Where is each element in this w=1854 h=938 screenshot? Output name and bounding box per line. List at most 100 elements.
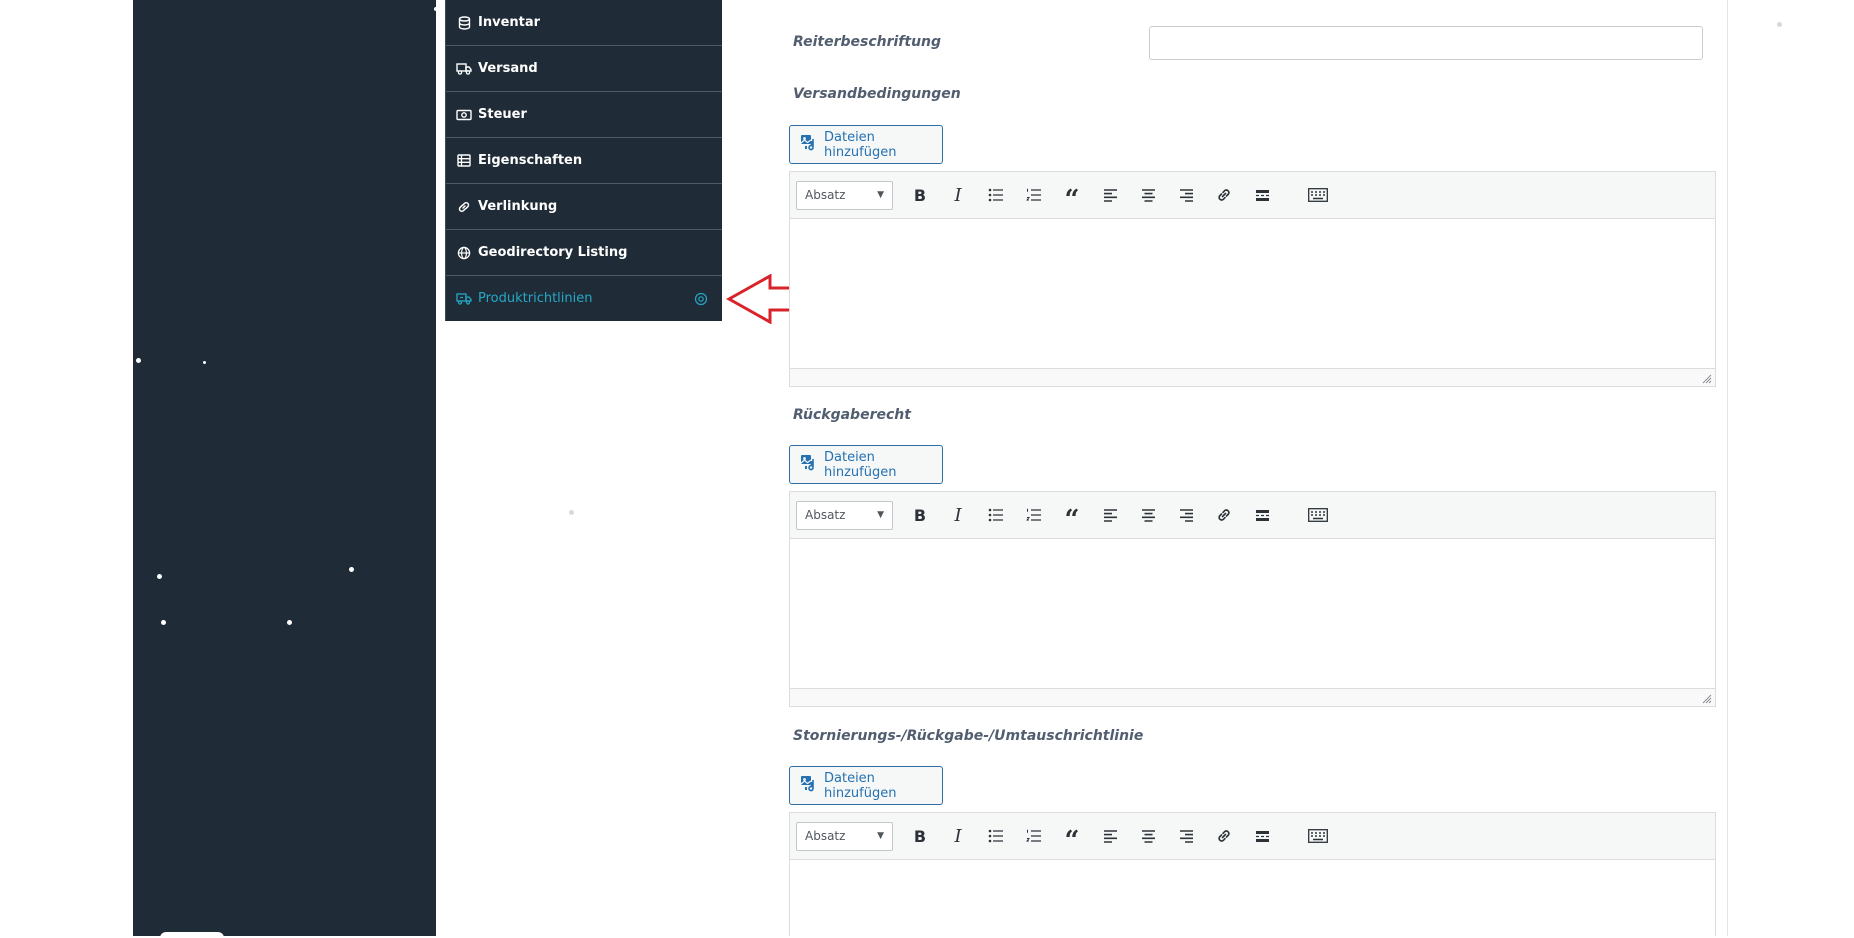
numbered-list-icon[interactable] (1015, 500, 1053, 530)
blockquote-icon[interactable]: “ (1053, 180, 1091, 213)
editor-toolbar: Absatz ▼ B I “ (790, 813, 1715, 860)
align-left-icon[interactable] (1091, 821, 1129, 851)
dot (349, 567, 354, 572)
dot (203, 361, 206, 364)
tab-label: Eigenschaften (478, 153, 583, 168)
italic-icon[interactable]: I (939, 180, 977, 210)
database-icon (456, 15, 472, 31)
align-right-icon[interactable] (1167, 821, 1205, 851)
align-center-icon[interactable] (1129, 821, 1167, 851)
dot (287, 620, 292, 625)
tab-label: Steuer (478, 107, 527, 122)
return-policy-editor: Absatz ▼ B I “ (789, 491, 1716, 707)
bullet-list-icon[interactable] (977, 500, 1015, 530)
blockquote-icon[interactable]: “ (1053, 500, 1091, 533)
globe-icon (456, 245, 472, 261)
toolbar-toggle-icon[interactable] (1299, 821, 1337, 851)
toolbar-toggle-icon[interactable] (1299, 500, 1337, 530)
read-more-icon[interactable] (1243, 821, 1281, 851)
media-icon (800, 454, 817, 475)
numbered-list-icon[interactable] (1015, 180, 1053, 210)
align-left-icon[interactable] (1091, 500, 1129, 530)
tab-label: Versand (478, 61, 538, 76)
align-right-icon[interactable] (1167, 500, 1205, 530)
toolbar-toggle-icon[interactable] (1299, 180, 1337, 210)
blockquote-icon[interactable]: “ (1053, 821, 1091, 854)
truck-icon (456, 61, 472, 77)
product-data-tabs: Inventar Versand Steuer Eigenschaften Ve… (445, 0, 722, 321)
tab-label: Geodirectory Listing (478, 245, 628, 260)
align-center-icon[interactable] (1129, 500, 1167, 530)
resize-handle-icon[interactable] (1702, 374, 1712, 384)
tab-eigenschaften[interactable]: Eigenschaften (446, 138, 722, 184)
dot (569, 510, 574, 515)
dot (161, 620, 166, 625)
read-more-icon[interactable] (1243, 500, 1281, 530)
media-icon (800, 134, 817, 155)
italic-icon[interactable]: I (939, 500, 977, 530)
align-center-icon[interactable] (1129, 180, 1167, 210)
bold-icon[interactable]: B (901, 180, 939, 210)
dropdown-arrow-icon: ▼ (877, 510, 884, 520)
tab-title-input[interactable] (1149, 26, 1703, 60)
dropdown-arrow-icon: ▼ (877, 190, 884, 200)
bold-icon[interactable]: B (901, 500, 939, 530)
dot (136, 358, 141, 363)
tab-produktrichtlinien[interactable]: Produktrichtlinien (446, 276, 722, 321)
dot (434, 7, 438, 11)
add-files-label: Dateien hinzufügen (824, 770, 897, 801)
tab-steuer[interactable]: Steuer (446, 92, 722, 138)
editor-content[interactable] (790, 860, 1715, 936)
align-right-icon[interactable] (1167, 180, 1205, 210)
align-left-icon[interactable] (1091, 180, 1129, 210)
link-icon[interactable] (1205, 821, 1243, 851)
gear-icon (694, 292, 708, 310)
dot (157, 574, 162, 579)
media-icon (800, 775, 817, 796)
add-files-label: Dateien hinzufügen (824, 129, 897, 160)
bullet-list-icon[interactable] (977, 180, 1015, 210)
editor-toolbar: Absatz ▼ B I “ (790, 172, 1715, 219)
tab-geodirectory-listing[interactable]: Geodirectory Listing (446, 230, 722, 276)
editor-content[interactable] (790, 539, 1715, 688)
add-files-label: Dateien hinzufügen (824, 449, 897, 480)
tab-label: Verlinkung (478, 199, 558, 214)
tab-label: Inventar (478, 15, 541, 30)
add-files-button[interactable]: Dateien hinzufügen (789, 766, 943, 805)
dropdown-arrow-icon: ▼ (877, 831, 884, 841)
numbered-list-icon[interactable] (1015, 821, 1053, 851)
shipping-policy-icon (456, 291, 472, 307)
bottom-handle (160, 932, 224, 938)
format-value: Absatz (805, 188, 846, 202)
cancellation-policy-editor: Absatz ▼ B I “ (789, 812, 1716, 936)
product-policies-panel: Reiterbeschriftung Versandbedingungen Da… (720, 0, 1728, 936)
link-icon (456, 199, 472, 215)
list-icon (456, 153, 472, 169)
editor-toolbar: Absatz ▼ B I “ (790, 492, 1715, 539)
dot (1777, 22, 1782, 27)
format-value: Absatz (805, 508, 846, 522)
link-icon[interactable] (1205, 500, 1243, 530)
tab-versand[interactable]: Versand (446, 46, 722, 92)
italic-icon[interactable]: I (939, 821, 977, 851)
format-select[interactable]: Absatz ▼ (796, 180, 893, 210)
format-value: Absatz (805, 829, 846, 843)
format-select[interactable]: Absatz ▼ (796, 821, 893, 851)
cancellation-policy-label: Stornierungs-/Rückgabe-/Umtauschrichtlin… (793, 728, 1144, 744)
link-icon[interactable] (1205, 180, 1243, 210)
return-policy-label: Rückgaberecht (793, 407, 911, 423)
add-files-button[interactable]: Dateien hinzufügen (789, 445, 943, 484)
admin-sidebar (133, 0, 438, 936)
tab-title-label: Reiterbeschriftung (793, 34, 942, 50)
bullet-list-icon[interactable] (977, 821, 1015, 851)
editor-content[interactable] (790, 219, 1715, 368)
add-files-button[interactable]: Dateien hinzufügen (789, 125, 943, 164)
tab-inventar[interactable]: Inventar (446, 0, 722, 46)
format-select[interactable]: Absatz ▼ (796, 500, 893, 530)
bold-icon[interactable]: B (901, 821, 939, 851)
tab-verlinkung[interactable]: Verlinkung (446, 184, 722, 230)
tab-label: Produktrichtlinien (478, 291, 593, 306)
resize-handle-icon[interactable] (1702, 694, 1712, 704)
shipping-terms-label: Versandbedingungen (793, 86, 961, 102)
read-more-icon[interactable] (1243, 180, 1281, 210)
